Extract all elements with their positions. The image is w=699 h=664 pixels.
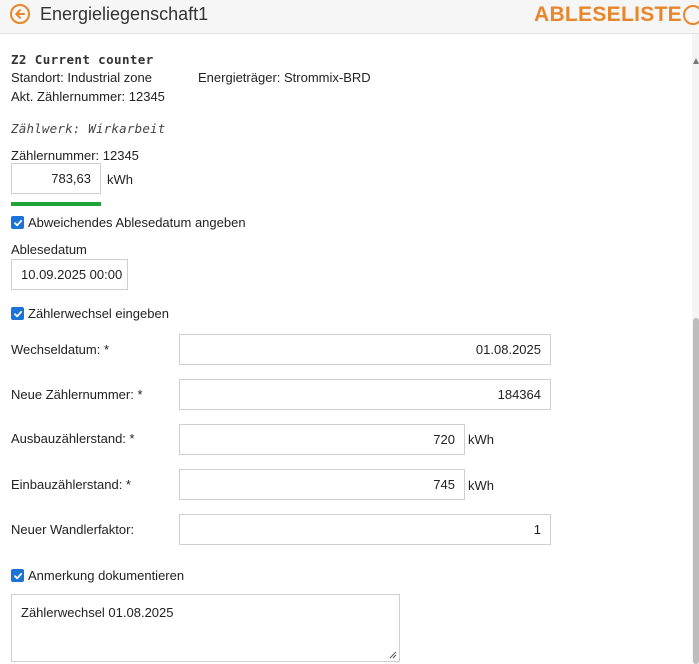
remark-label: Anmerkung dokumentieren [28,568,185,583]
reading-unit: kWh [107,172,133,187]
reading-input[interactable]: 783,63 [11,163,101,194]
install-reading-input[interactable]: 745 [179,469,465,500]
register-title: Zählwerk: Wirkarbeit [11,121,166,136]
remark-text: Zählerwechsel 01.08.2025 [21,605,174,620]
reading-progress-bar [11,202,101,206]
transformer-factor-input[interactable]: 1 [179,514,551,545]
new-meter-number-label: Neue Zählernummer: * [11,387,143,402]
change-date-label: Wechseldatum: * [11,342,110,357]
location-text: Standort: Industrial zone [11,70,152,85]
page-title: Energieliegenschaft1 [40,4,209,24]
removal-reading-unit: kWh [468,432,494,447]
deviating-date-checkbox-row[interactable]: Abweichendes Ablesedatum angeben [11,215,246,230]
deviating-date-label: Abweichendes Ablesedatum angeben [28,215,246,230]
install-reading-label: Einbauzählerstand: * [11,477,131,492]
current-meter-number-text: Akt. Zählernummer: 12345 [11,89,165,104]
remark-checkbox-row[interactable]: Anmerkung dokumentieren [11,568,184,583]
counter-title: Z2 Current counter [11,52,154,67]
register-meter-number: Zählernummer: 12345 [11,148,139,163]
meter-change-label: Zählerwechsel eingeben [28,306,169,321]
ableseliste-button[interactable]: ABLESELISTE [534,3,682,27]
deviating-date-checkbox[interactable] [11,216,24,229]
change-date-input[interactable]: 01.08.2025 [179,334,551,365]
transformer-factor-label: Neuer Wandlerfaktor: [11,522,135,537]
remark-checkbox[interactable] [11,569,24,582]
resize-grip-icon[interactable] [389,651,397,659]
meter-change-checkbox[interactable] [11,307,24,320]
meter-change-checkbox-row[interactable]: Zählerwechsel eingeben [11,306,169,321]
scrollbar-thumb[interactable] [693,318,699,664]
top-bar: Energieliegenschaft1 ABLESELISTE [0,0,699,34]
scroll-up-arrow-icon[interactable] [693,58,699,64]
removal-reading-input[interactable]: 720 [179,424,465,455]
energy-carrier-text: Energieträger: Strommix-BRD [198,70,371,85]
refresh-icon[interactable] [683,5,699,25]
removal-reading-label: Ausbauzählerstand: * [11,431,135,446]
reading-date-label: Ablesedatum [11,242,87,257]
new-meter-number-input[interactable]: 184364 [179,379,551,410]
reading-date-input[interactable]: 10.09.2025 00:00 [11,259,128,290]
remark-textarea[interactable]: Zählerwechsel 01.08.2025 [11,594,400,662]
back-arrow-icon[interactable] [10,4,30,24]
install-reading-unit: kWh [468,478,494,493]
